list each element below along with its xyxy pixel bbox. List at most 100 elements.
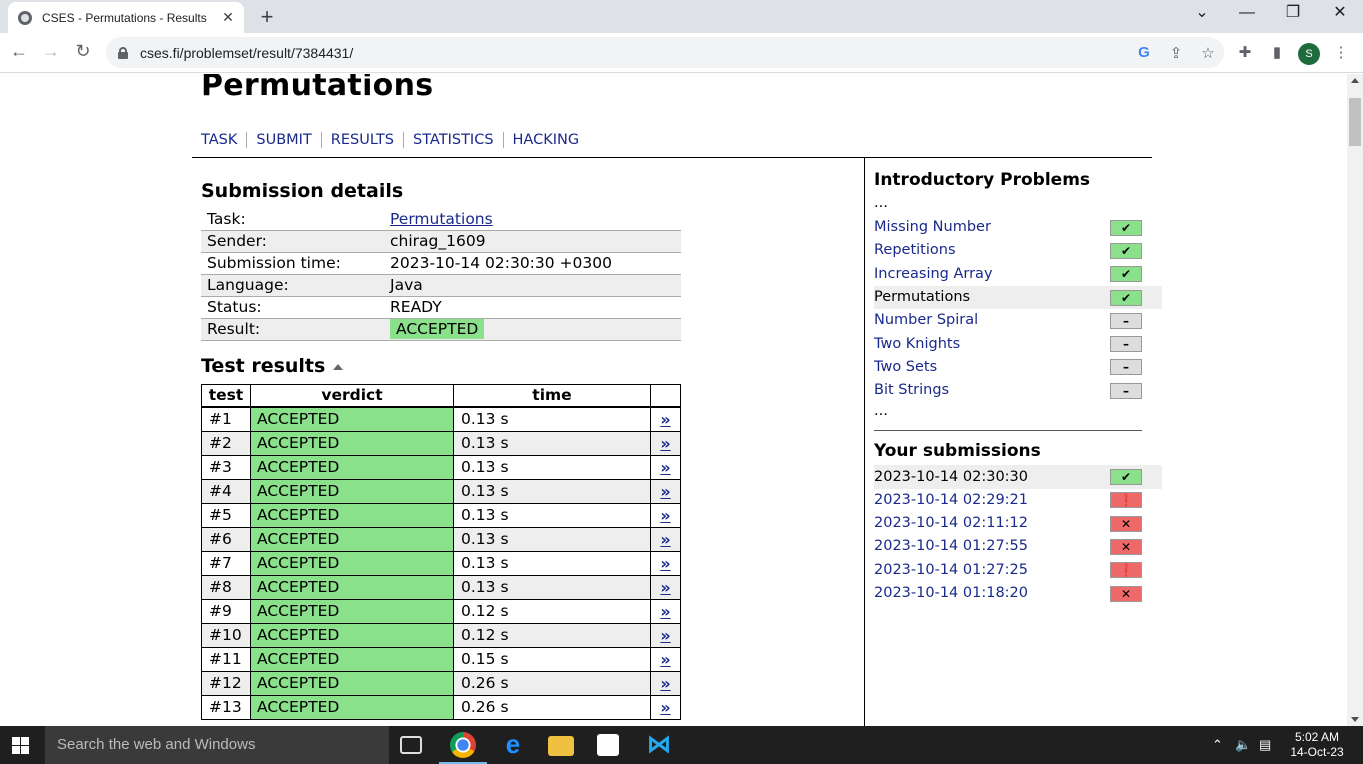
problem-link[interactable]: Two Sets — [874, 356, 937, 379]
notifications-icon[interactable]: ▤ — [1259, 726, 1271, 764]
vertical-scrollbar[interactable] — [1347, 74, 1363, 726]
view-test-link[interactable]: » — [650, 646, 681, 672]
profile-avatar[interactable]: S — [1293, 38, 1325, 68]
taskbar-clock[interactable]: 5:02 AM 14-Oct-23 — [1284, 730, 1350, 760]
minimize-button[interactable]: — — [1224, 0, 1270, 28]
view-test-link[interactable]: » — [650, 478, 681, 504]
problem-item[interactable]: Bit Strings – — [874, 379, 1152, 402]
status-none-icon: – — [1110, 359, 1142, 376]
tab-search-icon[interactable]: ⌄ — [1179, 0, 1225, 28]
problem-item[interactable]: Missing Number ✔ — [874, 216, 1152, 239]
extensions-icon[interactable]: ✚ — [1229, 38, 1261, 68]
submission-item[interactable]: 2023-10-14 02:29:21 ❗ — [874, 489, 1152, 512]
scroll-thumb[interactable] — [1349, 98, 1361, 146]
reload-icon[interactable]: ↻ — [71, 41, 95, 62]
test-results-heading[interactable]: Test results — [201, 355, 681, 377]
scroll-down-arrow-icon[interactable] — [1351, 717, 1359, 722]
volume-icon[interactable]: 🔈 — [1235, 726, 1251, 764]
submission-item[interactable]: 2023-10-14 01:18:20 ✕ — [874, 582, 1152, 605]
detail-row: Language: Java — [201, 274, 681, 297]
google-icon[interactable]: G — [1128, 44, 1160, 61]
view-test-link[interactable]: » — [650, 694, 681, 720]
status-err-icon: ✕ — [1110, 585, 1142, 602]
submission-item[interactable]: 2023-10-14 01:27:55 ✕ — [874, 535, 1152, 558]
taskbar-search-input[interactable]: Search the web and Windows — [45, 726, 389, 764]
task-view-icon[interactable] — [400, 736, 422, 754]
test-time: 0.13 s — [453, 526, 651, 552]
collapse-caret-icon[interactable] — [333, 363, 344, 370]
share-icon[interactable]: ⇪ — [1160, 44, 1192, 62]
browser-toolbar: ← → ↻ cses.fi/problemset/result/7384431/… — [0, 33, 1363, 73]
sidebar-divider — [874, 430, 1142, 432]
test-row: #3 ACCEPTED 0.13 s» — [201, 454, 681, 480]
problem-link[interactable]: Increasing Array — [874, 263, 993, 286]
problem-link[interactable]: Two Knights — [874, 333, 960, 356]
tab-close-icon[interactable]: ✕ — [218, 9, 238, 26]
menu-icon[interactable]: ⋮ — [1325, 38, 1357, 68]
edge-icon[interactable]: e — [500, 731, 526, 758]
problem-item[interactable]: Increasing Array ✔ — [874, 263, 1152, 286]
view-test-link[interactable]: » — [650, 550, 681, 576]
view-test-link[interactable]: » — [650, 670, 681, 696]
nav-statistics-link[interactable]: STATISTICS — [403, 132, 503, 148]
problem-item[interactable]: Number Spiral – — [874, 309, 1152, 332]
nav-hacking-link[interactable]: HACKING — [502, 132, 589, 148]
store-icon[interactable] — [597, 734, 619, 756]
test-time: 0.13 s — [453, 430, 651, 456]
detail-key: Submission time: — [201, 252, 384, 275]
restore-button[interactable]: ❐ — [1270, 0, 1316, 28]
file-explorer-icon[interactable] — [548, 736, 574, 756]
ellipsis: ... — [874, 403, 888, 420]
nav-submit-link[interactable]: SUBMIT — [246, 132, 320, 148]
address-bar[interactable]: cses.fi/problemset/result/7384431/ G ⇪ ☆ — [106, 37, 1224, 68]
view-test-link[interactable]: » — [650, 574, 681, 600]
nav-task-link[interactable]: TASK — [201, 132, 246, 148]
status-err-icon: ❗ — [1110, 562, 1142, 579]
test-row: #13 ACCEPTED 0.26 s» — [201, 694, 681, 720]
tray-chevron-icon[interactable]: ⌃ — [1212, 726, 1223, 764]
test-row: #8 ACCEPTED 0.13 s» — [201, 574, 681, 600]
submission-link[interactable]: 2023-10-14 01:27:25 — [874, 559, 1028, 582]
scroll-up-arrow-icon[interactable] — [1351, 78, 1359, 83]
submission-item[interactable]: 2023-10-14 01:27:25 ❗ — [874, 559, 1152, 582]
problem-link[interactable]: Bit Strings — [874, 379, 949, 402]
nav-results-link[interactable]: RESULTS — [320, 132, 403, 148]
star-icon[interactable]: ☆ — [1192, 44, 1224, 62]
browser-tab[interactable]: CSES - Permutations - Results ✕ — [8, 2, 244, 33]
view-test-link[interactable]: » — [650, 622, 681, 648]
submission-item[interactable]: 2023-10-14 02:11:12 ✕ — [874, 512, 1152, 535]
problem-item[interactable]: Two Knights – — [874, 332, 1152, 355]
test-number: #11 — [201, 646, 251, 672]
close-window-button[interactable]: ✕ — [1317, 0, 1363, 28]
problem-item[interactable]: Two Sets – — [874, 356, 1152, 379]
detail-value: chirag_1609 — [384, 230, 681, 253]
task-link[interactable]: Permutations — [390, 210, 493, 228]
side-panel-icon[interactable]: ▮ — [1261, 38, 1293, 68]
submission-link[interactable]: 2023-10-14 02:29:21 — [874, 489, 1028, 512]
problem-link[interactable]: Missing Number — [874, 216, 991, 239]
problem-link[interactable]: Number Spiral — [874, 309, 978, 332]
problem-item[interactable]: Permutations ✔ — [874, 285, 1162, 310]
problem-link[interactable]: Repetitions — [874, 239, 956, 262]
submission-item[interactable]: 2023-10-14 02:30:30 ✔ — [874, 465, 1162, 489]
view-test-link[interactable]: » — [650, 526, 681, 552]
forward-arrow-icon[interactable]: → — [39, 41, 63, 62]
new-tab-button[interactable]: + — [255, 4, 279, 30]
view-test-link[interactable]: » — [650, 598, 681, 624]
submission-link[interactable]: 2023-10-14 02:11:12 — [874, 512, 1028, 535]
test-number: #6 — [201, 526, 251, 552]
view-test-link[interactable]: » — [650, 454, 681, 480]
view-test-link[interactable]: » — [650, 502, 681, 528]
submission-link[interactable]: 2023-10-14 01:18:20 — [874, 582, 1028, 605]
windows-start-icon[interactable] — [12, 737, 29, 754]
back-arrow-icon[interactable]: ← — [7, 41, 31, 62]
submission-time: 2023-10-14 02:30:30 — [874, 468, 1028, 485]
problem-item[interactable]: Repetitions ✔ — [874, 239, 1152, 262]
view-test-link[interactable]: » — [650, 430, 681, 456]
chrome-icon[interactable] — [450, 732, 476, 758]
detail-row: Sender: chirag_1609 — [201, 230, 681, 253]
test-time: 0.12 s — [453, 598, 651, 624]
view-test-link[interactable]: » — [650, 406, 681, 432]
vscode-icon[interactable]: ⋈ — [646, 732, 672, 758]
submission-link[interactable]: 2023-10-14 01:27:55 — [874, 535, 1028, 558]
